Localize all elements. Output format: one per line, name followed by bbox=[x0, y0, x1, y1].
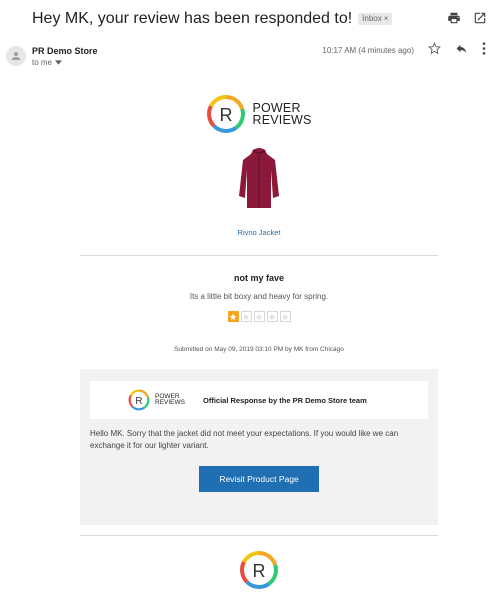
divider bbox=[80, 255, 438, 256]
response-logo: R POWER REVIEWS bbox=[128, 389, 185, 411]
divider bbox=[80, 535, 438, 536]
footer-logo: R bbox=[80, 550, 438, 590]
remove-label-icon[interactable]: × bbox=[384, 14, 389, 24]
response-message: Hello MK. Sorry that the jacket did not … bbox=[90, 429, 399, 450]
power-reviews-ring-icon: R bbox=[128, 389, 150, 411]
logo-line-2: REVIEWS bbox=[155, 399, 185, 406]
star-rating bbox=[80, 311, 438, 322]
revisit-product-button[interactable]: Revisit Product Page bbox=[199, 466, 319, 492]
person-icon bbox=[12, 52, 20, 60]
chevron-down-icon bbox=[55, 60, 63, 65]
logo-letter: R bbox=[253, 561, 266, 581]
recipient-details[interactable]: to me bbox=[32, 58, 63, 67]
inbox-label-chip[interactable]: Inbox × bbox=[358, 13, 393, 25]
jacket-image bbox=[239, 148, 279, 208]
logo-line-2: REVIEWS bbox=[252, 113, 312, 127]
message-actions bbox=[428, 41, 486, 60]
power-reviews-ring-icon: R bbox=[240, 551, 278, 589]
rating-star-filled bbox=[227, 311, 239, 322]
email-timestamp: 10:17 AM (4 minutes ago) bbox=[322, 46, 414, 55]
inbox-label-text: Inbox bbox=[362, 14, 382, 23]
logo-letter: R bbox=[135, 396, 142, 407]
email-subject: Hey MK, your review has been responded t… bbox=[32, 10, 353, 27]
product-name-link[interactable]: Rivno Jacket bbox=[80, 228, 438, 237]
response-title: Official Response by the PR Demo Store t… bbox=[202, 395, 367, 405]
merchant-response: R POWER REVIEWS Official Response by the… bbox=[80, 369, 438, 525]
rating-star-empty bbox=[266, 311, 278, 322]
rating-star-empty bbox=[240, 311, 252, 322]
top-actions bbox=[447, 11, 487, 25]
review-body: Its a little bit boxy and heavy for spri… bbox=[189, 292, 329, 301]
email-body: R POWER REVIEWS Rivno Jacket not my fave… bbox=[80, 92, 438, 590]
sender-row: PR Demo Store to me 10:17 AM (4 minutes … bbox=[0, 40, 494, 74]
open-in-new-window-icon[interactable] bbox=[473, 11, 487, 25]
submitted-info: Submitted on May 09, 2019 03:10 PM by MK… bbox=[174, 346, 344, 353]
print-icon[interactable] bbox=[447, 11, 461, 25]
review-title: not my fave bbox=[233, 273, 284, 283]
more-options-icon[interactable] bbox=[482, 42, 486, 60]
power-reviews-logo: R POWER REVIEWS bbox=[80, 92, 438, 136]
sender-name[interactable]: PR Demo Store bbox=[32, 46, 98, 56]
button-wrap: Revisit Product Page bbox=[90, 466, 428, 492]
power-reviews-ring-icon: R bbox=[207, 95, 246, 133]
recipient-text: to me bbox=[32, 58, 53, 67]
reply-icon[interactable] bbox=[455, 42, 468, 60]
rating-star-empty bbox=[253, 311, 265, 322]
star-icon[interactable] bbox=[428, 41, 441, 60]
response-header: R POWER REVIEWS Official Response by the… bbox=[90, 381, 428, 419]
rating-star-empty bbox=[279, 311, 291, 322]
sender-avatar[interactable] bbox=[6, 46, 26, 66]
product-image[interactable] bbox=[80, 146, 438, 210]
logo-wordmark: POWER REVIEWS bbox=[252, 102, 312, 127]
subject-row: Hey MK, your review has been responded t… bbox=[32, 6, 487, 32]
logo-letter: R bbox=[220, 105, 233, 125]
logo-wordmark: POWER REVIEWS bbox=[155, 393, 185, 407]
